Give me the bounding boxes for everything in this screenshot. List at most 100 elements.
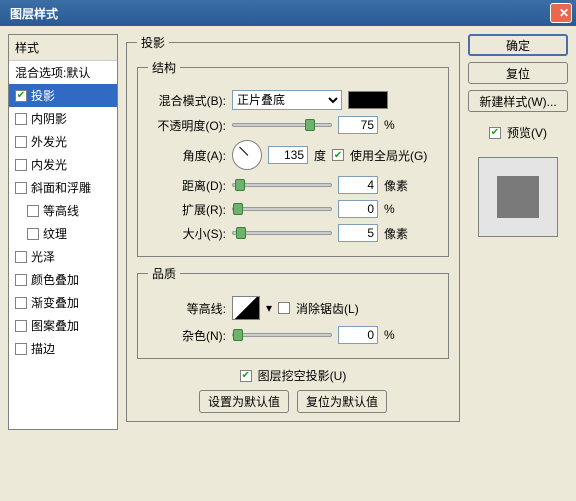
contour-row: 等高线: ▾ 消除锯齿(L) xyxy=(148,296,438,320)
sidebar-blend-default[interactable]: 混合选项:默认 xyxy=(9,61,117,84)
knockout-checkbox[interactable]: ✔ xyxy=(240,370,252,382)
window-title: 图层样式 xyxy=(4,5,58,22)
sidebar-item-9[interactable]: 渐变叠加 xyxy=(9,291,117,314)
sidebar-checkbox-1[interactable] xyxy=(15,113,27,125)
sidebar-checkbox-4[interactable] xyxy=(15,182,27,194)
knockout-label: 图层挖空投影(U) xyxy=(258,367,347,384)
spread-row: 扩展(R): % xyxy=(148,200,438,218)
sidebar-item-5[interactable]: 等高线 xyxy=(9,199,117,222)
preview-box xyxy=(478,157,558,237)
sidebar-checkbox-11[interactable] xyxy=(15,343,27,355)
options-panel: 投影 结构 混合模式(B): 正片叠底 不透明度(O): % xyxy=(126,34,460,430)
opacity-input[interactable] xyxy=(338,116,378,134)
noise-input[interactable] xyxy=(338,326,378,344)
sidebar-label-0: 投影 xyxy=(31,87,55,104)
spread-input[interactable] xyxy=(338,200,378,218)
angle-input[interactable] xyxy=(268,146,308,164)
sidebar-item-6[interactable]: 纹理 xyxy=(9,222,117,245)
global-light-checkbox[interactable]: ✔ xyxy=(332,149,344,161)
quality-legend: 品质 xyxy=(148,265,180,282)
sidebar-item-4[interactable]: 斜面和浮雕 xyxy=(9,176,117,199)
sidebar-item-2[interactable]: 外发光 xyxy=(9,130,117,153)
spread-label: 扩展(R): xyxy=(148,201,226,218)
opacity-row: 不透明度(O): % xyxy=(148,116,438,134)
styles-sidebar: 样式 混合选项:默认 ✔投影内阴影外发光内发光斜面和浮雕等高线纹理光泽颜色叠加渐… xyxy=(8,34,118,430)
size-input[interactable] xyxy=(338,224,378,242)
sidebar-label-5: 等高线 xyxy=(43,202,79,219)
opacity-unit: % xyxy=(384,118,395,132)
distance-slider[interactable] xyxy=(232,183,332,187)
angle-unit: 度 xyxy=(314,147,326,164)
distance-label: 距离(D): xyxy=(148,177,226,194)
angle-label: 角度(A): xyxy=(148,147,226,164)
sidebar-item-0[interactable]: ✔ 投影 xyxy=(9,84,117,107)
sidebar-checkbox-6[interactable] xyxy=(27,228,39,240)
noise-slider[interactable] xyxy=(232,333,332,337)
sidebar-checkbox-0[interactable]: ✔ xyxy=(15,90,27,102)
sidebar-item-1[interactable]: 内阴影 xyxy=(9,107,117,130)
angle-row: 角度(A): 度 ✔ 使用全局光(G) xyxy=(148,140,438,170)
sidebar-label-1: 内阴影 xyxy=(31,110,67,127)
blend-mode-label: 混合模式(B): xyxy=(148,92,226,109)
make-default-button[interactable]: 设置为默认值 xyxy=(199,390,289,413)
antialias-checkbox[interactable] xyxy=(278,302,290,314)
contour-dropdown-icon[interactable]: ▾ xyxy=(266,301,272,315)
antialias-label: 消除锯齿(L) xyxy=(296,300,359,317)
contour-label: 等高线: xyxy=(148,300,226,317)
spread-unit: % xyxy=(384,202,395,216)
size-unit: 像素 xyxy=(384,225,408,242)
right-panel: 确定 复位 新建样式(W)... ✔ 预览(V) xyxy=(468,34,568,430)
knockout-row: ✔ 图层挖空投影(U) xyxy=(137,367,449,384)
sidebar-item-8[interactable]: 颜色叠加 xyxy=(9,268,117,291)
preview-swatch xyxy=(497,176,539,218)
reset-default-button[interactable]: 复位为默认值 xyxy=(297,390,387,413)
new-style-button[interactable]: 新建样式(W)... xyxy=(468,90,568,112)
opacity-label: 不透明度(O): xyxy=(148,117,226,134)
sidebar-checkbox-3[interactable] xyxy=(15,159,27,171)
distance-row: 距离(D): 像素 xyxy=(148,176,438,194)
noise-unit: % xyxy=(384,328,395,342)
color-swatch[interactable] xyxy=(348,91,388,109)
blend-mode-row: 混合模式(B): 正片叠底 xyxy=(148,90,438,110)
sidebar-item-10[interactable]: 图案叠加 xyxy=(9,314,117,337)
preview-label: 预览(V) xyxy=(507,124,547,141)
preview-row: ✔ 预览(V) xyxy=(468,124,568,141)
sidebar-label-4: 斜面和浮雕 xyxy=(31,179,91,196)
sidebar-label-2: 外发光 xyxy=(31,133,67,150)
global-light-label: 使用全局光(G) xyxy=(350,147,427,164)
sidebar-label-9: 渐变叠加 xyxy=(31,294,79,311)
content-area: 投影 结构 混合模式(B): 正片叠底 不透明度(O): % xyxy=(126,34,568,430)
sidebar-checkbox-2[interactable] xyxy=(15,136,27,148)
sidebar-item-3[interactable]: 内发光 xyxy=(9,153,117,176)
spread-slider[interactable] xyxy=(232,207,332,211)
title-bar: 图层样式 ✕ xyxy=(0,0,576,26)
sidebar-checkbox-8[interactable] xyxy=(15,274,27,286)
size-label: 大小(S): xyxy=(148,225,226,242)
sidebar-label-3: 内发光 xyxy=(31,156,67,173)
close-icon: ✕ xyxy=(553,6,569,20)
opacity-slider[interactable] xyxy=(232,123,332,127)
close-button[interactable]: ✕ xyxy=(550,3,572,23)
sidebar-checkbox-7[interactable] xyxy=(15,251,27,263)
structure-legend: 结构 xyxy=(148,59,180,76)
cancel-button[interactable]: 复位 xyxy=(468,62,568,84)
sidebar-label-11: 描边 xyxy=(31,340,55,357)
sidebar-checkbox-10[interactable] xyxy=(15,320,27,332)
sidebar-checkbox-5[interactable] xyxy=(27,205,39,217)
sidebar-checkbox-9[interactable] xyxy=(15,297,27,309)
ok-button[interactable]: 确定 xyxy=(468,34,568,56)
sidebar-label-10: 图案叠加 xyxy=(31,317,79,334)
angle-dial[interactable] xyxy=(232,140,262,170)
default-buttons-row: 设置为默认值 复位为默认值 xyxy=(137,390,449,413)
distance-unit: 像素 xyxy=(384,177,408,194)
contour-picker[interactable] xyxy=(232,296,260,320)
sidebar-item-11[interactable]: 描边 xyxy=(9,337,117,360)
preview-checkbox[interactable]: ✔ xyxy=(489,127,501,139)
quality-fieldset: 品质 等高线: ▾ 消除锯齿(L) 杂色(N): % xyxy=(137,265,449,359)
structure-fieldset: 结构 混合模式(B): 正片叠底 不透明度(O): % 角度(A): xyxy=(137,59,449,257)
main-fieldset: 投影 结构 混合模式(B): 正片叠底 不透明度(O): % xyxy=(126,34,460,422)
distance-input[interactable] xyxy=(338,176,378,194)
blend-mode-select[interactable]: 正片叠底 xyxy=(232,90,342,110)
size-slider[interactable] xyxy=(232,231,332,235)
sidebar-item-7[interactable]: 光泽 xyxy=(9,245,117,268)
